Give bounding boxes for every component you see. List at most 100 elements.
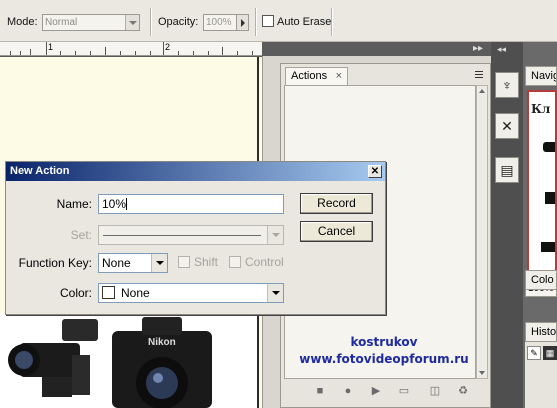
options-bar: Mode: Normal Opacity: 100% Auto Erase — [0, 0, 557, 42]
chevron-down-icon — [151, 254, 167, 272]
tab-color[interactable]: Colo — [525, 270, 557, 290]
ruler-tick — [208, 51, 209, 55]
shift-checkbox[interactable]: Shift — [178, 255, 218, 269]
control-checkbox[interactable]: Control — [229, 255, 284, 269]
tab-history[interactable]: Histo — [525, 322, 557, 342]
record-button[interactable]: Record — [300, 193, 373, 214]
mode-label: Mode: — [7, 16, 38, 28]
history-snapshot-icon[interactable]: ▦ — [543, 346, 557, 360]
collapse-dock-icon[interactable]: ▸▸ — [473, 43, 483, 54]
navigator-thumbnail[interactable]: Кл — [527, 90, 557, 280]
function-key-label: Function Key: — [18, 256, 92, 270]
auto-erase-checkbox[interactable] — [262, 15, 274, 27]
set-label: Set: — [70, 228, 92, 242]
navigator-preview-shape — [543, 142, 555, 152]
actions-tab-label: Actions — [291, 70, 328, 82]
history-panel: Histo ✎ ▦ — [525, 322, 557, 408]
brushes-icon[interactable]: ♆ — [495, 72, 519, 98]
arrow-right-icon — [241, 19, 245, 27]
navigator-column: Navig Кл 100% Colo Histo ✎ ▦ — [523, 42, 557, 408]
opacity-slider-button[interactable] — [236, 14, 249, 31]
canvas-image[interactable]: Nikon — [0, 313, 257, 408]
set-empty-line — [103, 235, 261, 236]
cancel-button[interactable]: Cancel — [300, 221, 373, 242]
collapse-strip-icon[interactable]: ◂◂ — [497, 44, 506, 55]
ruler-tick — [75, 51, 76, 55]
shift-label: Shift — [194, 255, 219, 269]
color-tab-label: Colo — [531, 274, 554, 286]
name-value: 10% — [102, 197, 127, 211]
divider — [150, 8, 152, 36]
divider — [331, 8, 333, 36]
actions-footer: ■ ● ▶ ▭ ◫ ♻ — [284, 380, 488, 404]
dock-header: ▸▸ — [262, 42, 491, 56]
history-brush-icon[interactable]: ✎ — [527, 346, 541, 360]
ruler-tick — [163, 42, 164, 55]
dialog-title: New Action — [10, 165, 70, 177]
play-icon[interactable]: ▶ — [370, 385, 382, 397]
checkbox-box — [178, 256, 190, 268]
chevron-down-icon — [267, 284, 283, 302]
close-icon[interactable]: × — [336, 68, 342, 85]
color-select[interactable]: None — [98, 283, 284, 303]
folder-icon[interactable]: ▭ — [398, 385, 410, 397]
color-label: Color: — [59, 286, 92, 300]
navigator-preview-text: Кл — [531, 102, 551, 116]
tab-actions[interactable]: Actions × — [285, 67, 349, 85]
ruler-tick — [90, 51, 91, 55]
navigator-tab-label: Navig — [531, 70, 557, 82]
svg-text:Nikon: Nikon — [148, 337, 176, 348]
opacity-value: 100% — [206, 17, 232, 28]
ruler-tick — [10, 51, 11, 55]
ruler-tick — [178, 51, 179, 55]
ruler-tick — [60, 51, 61, 55]
name-label: Name: — [56, 197, 92, 211]
dslr-camera-image: Nikon — [112, 317, 212, 408]
function-key-select[interactable]: None — [98, 253, 168, 273]
panel-icon-strip: ◂◂ ♆ ✕ ▤ — [491, 42, 523, 408]
layer-comps-icon[interactable]: ▤ — [495, 157, 519, 183]
close-icon[interactable]: ✕ — [368, 165, 382, 178]
horizontal-ruler: 1 2 — [0, 42, 262, 56]
dialog-title-bar[interactable]: New Action ✕ — [6, 162, 385, 181]
stop-icon[interactable]: ■ — [314, 385, 326, 397]
chevron-down-icon — [267, 226, 283, 244]
ruler-tick — [150, 51, 151, 55]
tool-presets-icon[interactable]: ✕ — [495, 113, 519, 139]
chevron-down-icon — [125, 15, 139, 30]
panel-menu-icon[interactable] — [472, 69, 486, 81]
checkbox-box — [229, 256, 241, 268]
ruler-tick — [135, 51, 136, 55]
color-swatch — [102, 286, 115, 299]
trash-icon[interactable]: ♻ — [457, 385, 469, 397]
navigator-preview-shape — [545, 192, 555, 204]
ruler-mark: 1 — [48, 42, 54, 52]
mode-select[interactable]: Normal — [42, 14, 140, 31]
mode-value: Normal — [45, 17, 78, 28]
divider — [255, 8, 257, 36]
ruler-tick — [222, 47, 223, 55]
opacity-label: Opacity: — [158, 16, 199, 28]
scroll-down-icon[interactable] — [479, 371, 485, 375]
set-select[interactable] — [98, 225, 284, 245]
name-input[interactable]: 10% — [98, 194, 284, 214]
control-label: Control — [245, 255, 284, 269]
watermark-line2: www.fotovideopforum.ru — [299, 352, 469, 366]
watermark-line1: kostrukov — [350, 335, 418, 349]
camcorder-image — [8, 319, 98, 397]
tab-navigator[interactable]: Navig — [525, 66, 557, 86]
text-cursor — [126, 198, 128, 210]
record-icon[interactable]: ● — [342, 385, 354, 397]
ruler-tick — [20, 51, 21, 55]
watermark: kostrukov www.fotovideopforum.ru — [288, 334, 480, 368]
ruler-tick — [30, 49, 31, 55]
color-value: None — [121, 286, 150, 300]
ruler-tick — [252, 51, 253, 55]
new-action-icon[interactable]: ◫ — [429, 385, 441, 397]
new-action-dialog: New Action ✕ Name: 10% Set: Function Key… — [5, 161, 386, 315]
ruler-tick — [120, 51, 121, 55]
auto-erase-label: Auto Erase — [277, 16, 332, 28]
scroll-up-icon[interactable] — [479, 89, 485, 93]
history-tab-label: Histo — [531, 326, 557, 338]
ruler-tick — [237, 51, 238, 55]
